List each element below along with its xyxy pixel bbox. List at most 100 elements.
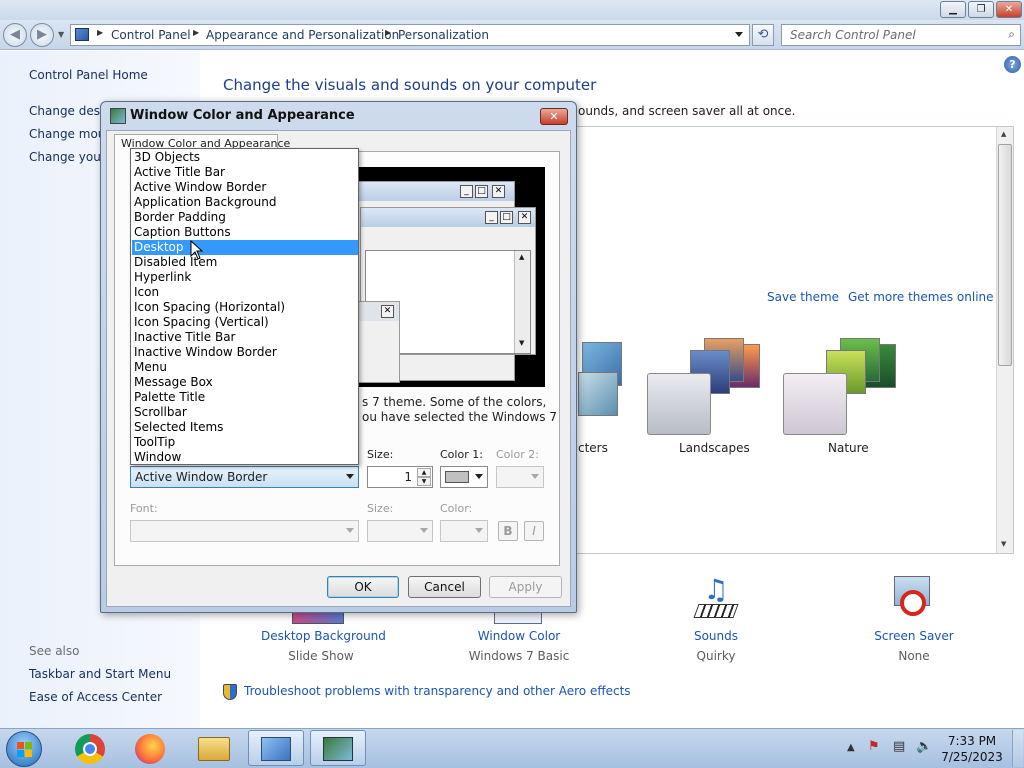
search-icon[interactable]: ⌕ [1008,27,1015,42]
taskbar-start-menu-link[interactable]: Taskbar and Start Menu [29,667,171,681]
see-also-heading: See also [29,644,80,658]
dropdown-option[interactable]: Border Padding [132,210,358,225]
preview-maximize-icon: □ [475,185,488,198]
ok-button[interactable]: OK [327,576,399,598]
color2-picker[interactable] [496,466,544,488]
font-combobox[interactable] [130,520,359,542]
sounds-icon[interactable]: ♫ [690,576,742,624]
screen-saver-icon[interactable] [890,576,936,624]
no-sign-icon [900,590,926,616]
back-button[interactable]: ◀ [3,23,27,47]
desktop-background-link[interactable]: Desktop Background [261,629,386,643]
breadcrumb-appearance[interactable]: Appearance and Personalization [206,28,399,42]
italic-button[interactable]: I [524,521,544,541]
shield-icon [223,684,237,700]
size-down-icon[interactable]: ▼ [417,477,431,486]
taskbar-chrome[interactable] [62,730,118,766]
dropdown-option[interactable]: 3D Objects [132,150,358,165]
dropdown-option[interactable]: Active Title Bar [132,165,358,180]
taskbar-firefox[interactable] [122,730,178,766]
dropdown-option[interactable]: Hyperlink [132,270,358,285]
breadcrumb-separator-icon[interactable]: ▶ [385,28,391,37]
network-icon[interactable]: ▤ [893,739,905,754]
change-account-picture-link[interactable]: Change your [29,150,106,164]
sounds-link[interactable]: Sounds [656,629,776,643]
theme-info-text: ou have selected the Windows 7 [362,410,558,424]
scrollbar-thumb[interactable] [998,144,1012,366]
show-desktop-button[interactable] [1012,730,1023,767]
bold-button[interactable]: B [498,521,518,541]
taskbar-window-color[interactable] [310,730,366,766]
taskbar-file-explorer[interactable] [186,730,242,766]
dropdown-option[interactable]: Active Window Border [132,180,358,195]
minimize-button[interactable]: ▁ [940,1,966,18]
search-placeholder: Search Control Panel [790,28,916,42]
dropdown-option[interactable]: Disabled Item [132,255,358,270]
dropdown-option[interactable]: Message Box [132,375,358,390]
dropdown-option[interactable]: Inactive Window Border [132,345,358,360]
theme-nature[interactable] [782,338,906,436]
windows-logo-icon [17,742,24,749]
search-input[interactable]: Search Control Panel ⌕ [781,24,1021,46]
volume-muted-icon[interactable]: 🔈 [916,739,932,754]
dropdown-option[interactable]: Desktop [132,240,358,255]
taskbar-clock[interactable]: 7:33 PM 7/25/2023 [940,733,1004,765]
dropdown-option[interactable]: Caption Buttons [132,225,358,240]
window-color-link[interactable]: Window Color [459,629,579,643]
windows-logo-icon [17,750,24,757]
address-bar[interactable]: ▶ Control Panel ▶ Appearance and Persona… [70,24,750,46]
dropdown-option[interactable]: Inactive Title Bar [132,330,358,345]
color1-picker[interactable] [440,466,488,488]
get-more-themes-link[interactable]: Get more themes online [848,290,994,304]
dropdown-option[interactable]: Icon Spacing (Vertical) [132,315,358,330]
item-dropdown-list[interactable]: 3D Objects Active Title Bar Active Window … [130,148,359,465]
dropdown-option[interactable]: Icon [132,285,358,300]
forward-button[interactable]: ▶ [30,23,54,47]
dropdown-option[interactable]: Window [132,450,358,465]
windows-logo-icon [25,742,32,749]
start-button[interactable] [6,731,42,767]
font-color-picker[interactable] [440,520,488,542]
breadcrumb-control-panel[interactable]: Control Panel [111,28,191,42]
preview-maximize-icon: □ [500,211,513,224]
item-combobox[interactable]: Active Window Border [130,466,359,488]
apply-button[interactable]: Apply [489,576,562,598]
size-up-icon[interactable]: ▲ [417,468,431,477]
dropdown-option[interactable]: Selected Items [132,420,358,435]
appearance-preview: _ □ ✕ _ □ ✕ ▲ ▼ ✕ [340,167,545,387]
dropdown-option[interactable]: ToolTip [132,435,358,450]
breadcrumb-separator-icon[interactable]: ▶ [193,28,199,37]
recent-pages-chevron-icon[interactable]: ▼ [58,30,64,39]
refresh-icon[interactable]: ⟲ [752,24,774,46]
dropdown-option[interactable]: Scrollbar [132,405,358,420]
control-panel-home-link[interactable]: Control Panel Home [29,68,148,82]
scroll-up-icon[interactable]: ▲ [1001,130,1006,138]
save-theme-link[interactable]: Save theme [767,290,839,304]
screen-saver-value: None [898,649,930,663]
ease-of-access-link[interactable]: Ease of Access Center [29,690,162,704]
close-button[interactable]: ✕ [996,1,1022,18]
dropdown-option[interactable]: Palette Title [132,390,358,405]
theme-landscapes[interactable] [646,338,770,436]
taskbar-control-panel[interactable] [248,730,304,766]
page-title: Change the visuals and sounds on your co… [223,76,597,94]
show-hidden-icons[interactable]: ▲ [847,742,855,753]
scroll-down-icon[interactable]: ▼ [1001,540,1006,548]
cancel-button[interactable]: Cancel [408,576,481,598]
breadcrumb-separator-icon[interactable]: ▶ [97,28,103,37]
screen-saver-link[interactable]: Screen Saver [854,629,974,643]
action-center-icon[interactable]: ⚑ [868,739,880,754]
size-stepper[interactable]: 1 ▲ ▼ [367,466,433,488]
theme-list-scrollbar[interactable]: ▲ ▼ [996,127,1013,553]
address-dropdown-icon[interactable] [735,32,743,37]
dropdown-option[interactable]: Menu [132,360,358,375]
troubleshoot-link[interactable]: Troubleshoot problems with transparency … [244,684,631,698]
help-icon[interactable]: ? [1004,56,1021,73]
dialog-close-button[interactable]: ✕ [540,108,568,125]
font-size-combobox[interactable] [367,520,433,542]
maximize-button[interactable]: ❐ [968,1,994,18]
dropdown-option[interactable]: Application Background [132,195,358,210]
dropdown-option[interactable]: Icon Spacing (Horizontal) [132,300,358,315]
theme-characters[interactable] [578,342,628,420]
breadcrumb-personalization[interactable]: Personalization [398,28,489,42]
